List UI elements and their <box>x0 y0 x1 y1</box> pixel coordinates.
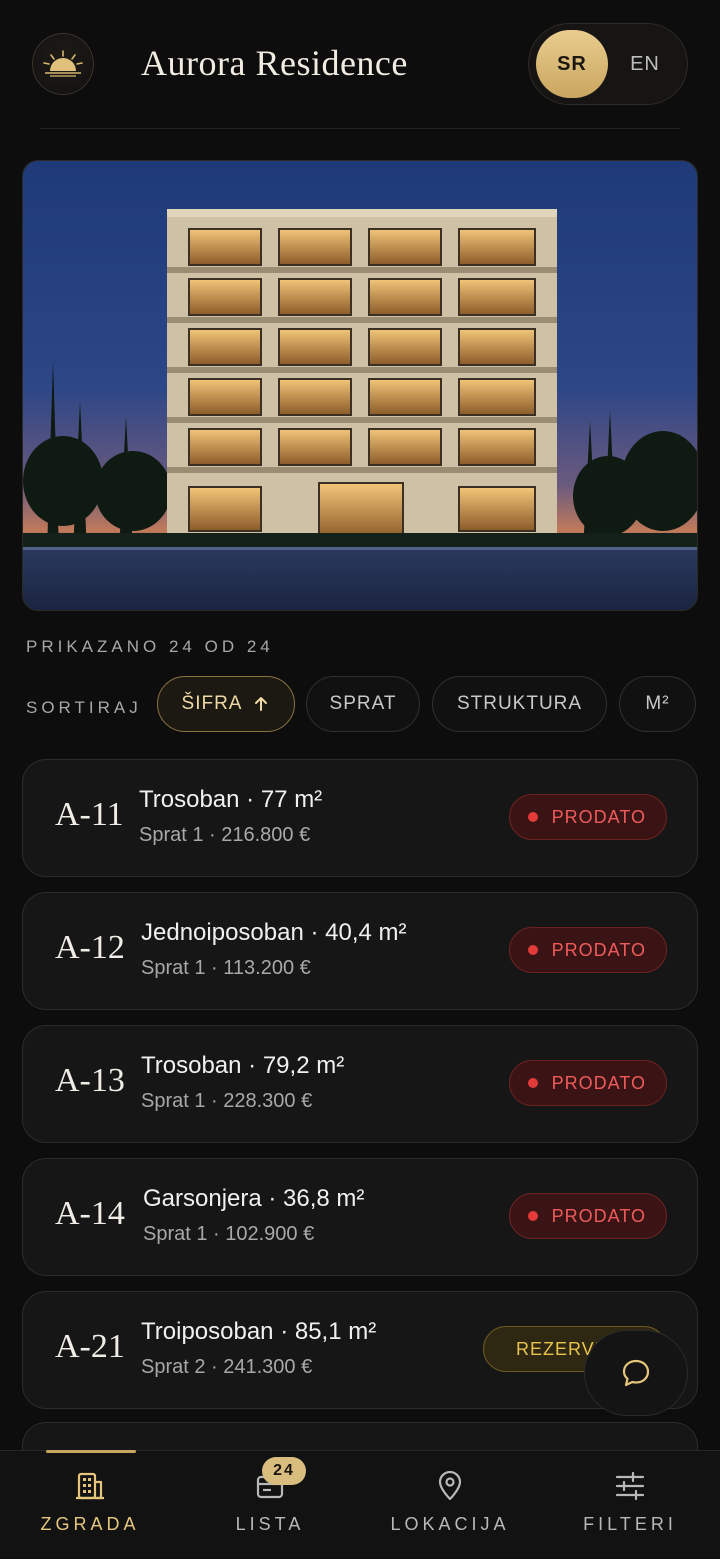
bottom-navigation: ZGRADA LISTA 24 LOKACIJA FILTERI <box>0 1450 720 1558</box>
sort-label: SORTIRAJ <box>26 698 142 717</box>
chat-button[interactable] <box>584 1330 688 1416</box>
status-label: PRODATO <box>551 1205 646 1226</box>
unit-card[interactable]: A-12 Jednoiposoban · 40,4 m² Sprat 1 · 1… <box>22 892 698 1010</box>
lang-option-en[interactable]: EN <box>609 30 681 98</box>
lang-option-sr[interactable]: SR <box>536 30 608 98</box>
unit-card[interactable]: A-14 Garsonjera · 36,8 m² Sprat 1 · 102.… <box>22 1158 698 1276</box>
unit-code: A-14 <box>55 1195 125 1232</box>
unit-code: A-21 <box>55 1328 125 1365</box>
unit-title: Trosoban · 77 m² <box>139 786 323 813</box>
unit-code: A-11 <box>55 796 124 833</box>
chat-bubble-icon <box>622 1359 650 1387</box>
status-dot <box>527 1211 538 1221</box>
sunrise-icon[interactable] <box>32 33 94 95</box>
unit-title: Troiposoban · 85,1 m² <box>141 1318 377 1345</box>
language-switcher[interactable]: SR EN <box>528 23 688 105</box>
unit-code: A-12 <box>55 929 125 966</box>
unit-subtitle: Sprat 1 · 102.900 € <box>143 1223 315 1245</box>
unit-title: Jednoiposoban · 40,4 m² <box>141 919 407 946</box>
unit-title: Trosoban · 79,2 m² <box>141 1052 345 1079</box>
sort-chip-sifra[interactable]: ŠIFRA <box>157 676 295 732</box>
sort-chip-label: ŠIFRA <box>181 693 243 714</box>
nav-label: LOKACIJA <box>390 1514 510 1534</box>
nav-tab-lokacija[interactable]: LOKACIJA <box>360 1451 540 1559</box>
unit-subtitle: Sprat 1 · 113.200 € <box>141 957 311 979</box>
nav-tab-zgrada[interactable]: ZGRADA <box>0 1451 180 1559</box>
unit-code: A-13 <box>55 1062 125 1099</box>
status-label: PRODATO <box>551 806 646 827</box>
building-hero-image[interactable] <box>22 160 698 611</box>
unit-subtitle: Sprat 1 · 216.800 € <box>139 824 311 846</box>
nav-tab-filteri[interactable]: FILTERI <box>540 1451 720 1559</box>
sliders-icon <box>615 1471 645 1501</box>
status-dot <box>527 812 538 822</box>
app-header: Aurora Residence SR EN <box>0 0 720 130</box>
status-dot <box>527 945 538 955</box>
app-title: Aurora Residence <box>141 43 408 83</box>
status-dot <box>527 1078 538 1088</box>
unit-card[interactable]: A-13 Trosoban · 79,2 m² Sprat 1 · 228.30… <box>22 1025 698 1143</box>
status-label: PRODATO <box>551 939 646 960</box>
location-pin-icon <box>438 1470 462 1501</box>
sort-chip-m2[interactable]: M² <box>619 676 696 732</box>
unit-card[interactable]: A-11 Trosoban · 77 m² Sprat 1 · 216.800 … <box>22 759 698 877</box>
status-badge: PRODATO <box>508 927 667 973</box>
nav-label: ZGRADA <box>40 1514 140 1534</box>
unit-card-partial[interactable] <box>22 1422 698 1452</box>
unit-title: Garsonjera · 36,8 m² <box>143 1185 365 1212</box>
nav-label: FILTERI <box>583 1514 677 1534</box>
results-count: PRIKAZANO 24 OD 24 <box>26 637 274 656</box>
arrow-up-icon <box>255 697 268 711</box>
sort-chip-struktura[interactable]: STRUKTURA <box>432 676 607 732</box>
building-icon <box>76 1472 104 1500</box>
unit-subtitle: Sprat 2 · 241.300 € <box>141 1356 313 1378</box>
status-badge: PRODATO <box>508 1060 667 1106</box>
unit-subtitle: Sprat 1 · 228.300 € <box>141 1090 313 1112</box>
sort-chip-sprat[interactable]: SPRAT <box>306 676 420 732</box>
status-badge: PRODATO <box>508 1193 667 1239</box>
status-badge: PRODATO <box>508 794 667 840</box>
header-divider <box>40 128 680 129</box>
status-label: PRODATO <box>551 1072 646 1093</box>
list-count-badge: 24 <box>262 1457 306 1485</box>
nav-label: LISTA <box>235 1514 305 1534</box>
